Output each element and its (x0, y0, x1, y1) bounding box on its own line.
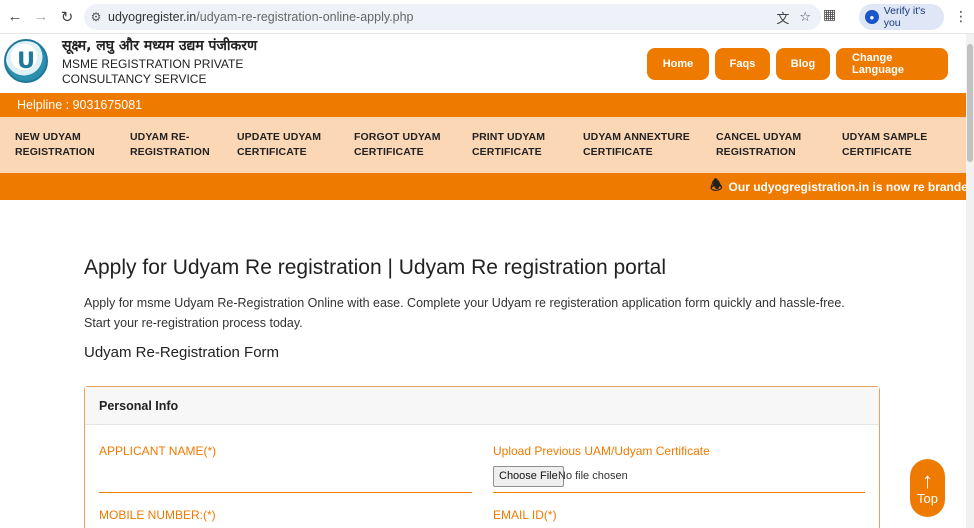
menu-line: CANCEL UDYAM (716, 131, 802, 143)
menu-new-udyam-registration[interactable]: NEW UDYAM REGISTRATION (15, 130, 95, 160)
menu-udyam-sample-certificate[interactable]: UDYAM SAMPLE CERTIFICATE (842, 130, 927, 160)
choose-file-button[interactable]: Choose File (493, 466, 564, 487)
brand-line-1: MSME REGISTRATION PRIVATE (62, 57, 244, 71)
back-icon[interactable]: ← (2, 4, 28, 30)
bell-icon: 🕭 (710, 176, 723, 193)
menu-line: CERTIFICATE (472, 146, 542, 158)
email-id-label: EMAIL ID(*) (493, 508, 557, 522)
form-title: Udyam Re-Registration Form (84, 344, 280, 361)
file-status: No file chosen (558, 470, 628, 482)
browser-toolbar: ← → ↻ ⚙ udyogregister.in/udyam-re-regist… (0, 0, 974, 34)
back-to-top-label: Top (917, 490, 938, 506)
section-heading: Personal Info (85, 387, 879, 425)
menu-update-udyam-certificate[interactable]: UPDATE UDYAM CERTIFICATE (237, 130, 321, 160)
menu-forgot-udyam-certificate[interactable]: FORGOT UDYAM CERTIFICATE (354, 130, 441, 160)
change-language-button[interactable]: Change Language (836, 48, 948, 80)
menu-line: UPDATE UDYAM (237, 131, 322, 143)
faqs-button[interactable]: Faqs (715, 48, 770, 80)
menu-line: CERTIFICATE (583, 146, 653, 158)
verify-label: Verify it's you (883, 5, 926, 29)
brand-line-2: CONSULTANCY SERVICE (62, 72, 207, 86)
profile-icon: ● (865, 10, 879, 24)
menu-line: REGISTRATION (716, 146, 796, 158)
url-text: udyogregister.in/udyam-re-registration-o… (108, 10, 414, 24)
applicant-name-input[interactable] (99, 492, 472, 493)
menu-icon[interactable]: ⋮ (954, 8, 968, 25)
site-info-icon[interactable]: ⚙ (84, 10, 108, 24)
star-icon[interactable]: ☆ (799, 9, 811, 25)
personal-info-card: Personal Info APPLICANT NAME(*) Upload P… (84, 386, 880, 528)
scrollbar-thumb[interactable] (967, 44, 973, 162)
blog-button[interactable]: Blog (776, 48, 830, 80)
logo[interactable]: U (4, 39, 48, 83)
menu-print-udyam-certificate[interactable]: PRINT UDYAM CERTIFICATE (472, 130, 545, 160)
menu-udyam-annexture-certificate[interactable]: UDYAM ANNEXTURE CERTIFICATE (583, 130, 690, 160)
news-ticker: 🕭 Our udyogregistration.in is now re bra… (0, 173, 966, 200)
upload-field-underline (493, 492, 865, 493)
menu-line: REGISTRATION (15, 146, 95, 158)
extensions-icon[interactable]: ▦ (823, 6, 836, 23)
site-header: U सूक्ष्म, लघु और मध्यम उद्यम पंजीकरण MS… (0, 34, 966, 93)
brand-name: MSME REGISTRATION PRIVATE CONSULTANCY SE… (62, 57, 262, 87)
verify-chip[interactable]: ● Verify it's you (859, 4, 944, 30)
menu-cancel-udyam-registration[interactable]: CANCEL UDYAM REGISTRATION (716, 130, 801, 160)
arrow-up-icon: ↑ (922, 467, 933, 493)
menu-udyam-re-registration[interactable]: UDYAM RE- REGISTRATION (130, 130, 210, 160)
translate-icon[interactable]: 文 (776, 8, 789, 27)
menu-line: REGISTRATION (130, 146, 210, 158)
upload-certificate-label: Upload Previous UAM/Udyam Certificate (493, 444, 710, 458)
menu-line: CERTIFICATE (237, 146, 307, 158)
menu-line: PRINT UDYAM (472, 131, 546, 143)
page-intro: Apply for msme Udyam Re-Registration Onl… (84, 296, 845, 330)
page-scrollbar[interactable] (966, 34, 974, 528)
menu-line: CERTIFICATE (842, 146, 912, 158)
ticker-text[interactable]: Our udyogregistration.in is now re brand… (729, 180, 966, 194)
menu-line: CERTIFICATE (354, 146, 424, 158)
brand-hindi: सूक्ष्म, लघु और मध्यम उद्यम पंजीकरण (62, 38, 258, 54)
home-button[interactable]: Home (647, 48, 709, 80)
menu-line: NEW UDYAM (15, 131, 81, 143)
page-title: Apply for Udyam Re registration | Udyam … (84, 256, 667, 279)
header-nav: Home Faqs Blog Change Language (647, 48, 948, 80)
back-to-top-button[interactable]: ↑ Top (910, 459, 945, 517)
applicant-name-label: APPLICANT NAME(*) (99, 444, 217, 458)
reload-icon[interactable]: ↻ (54, 4, 80, 30)
url-path: /udyam-re-registration-online-apply.php (196, 10, 414, 24)
menu-line: FORGOT UDYAM (354, 131, 441, 143)
mobile-number-label: MOBILE NUMBER:(*) (99, 508, 216, 522)
address-bar[interactable]: ⚙ udyogregister.in/udyam-re-registration… (84, 4, 821, 30)
url-host: udyogregister.in (108, 10, 197, 24)
helpline-bar: Helpline : 9031675081 (0, 93, 966, 117)
menu-line: UDYAM SAMPLE (842, 131, 928, 143)
menu-line: UDYAM RE- (130, 131, 190, 143)
main-menu: NEW UDYAM REGISTRATION UDYAM RE- REGISTRAT… (0, 117, 966, 173)
forward-icon[interactable]: → (28, 4, 54, 30)
menu-line: UDYAM ANNEXTURE (583, 131, 690, 143)
